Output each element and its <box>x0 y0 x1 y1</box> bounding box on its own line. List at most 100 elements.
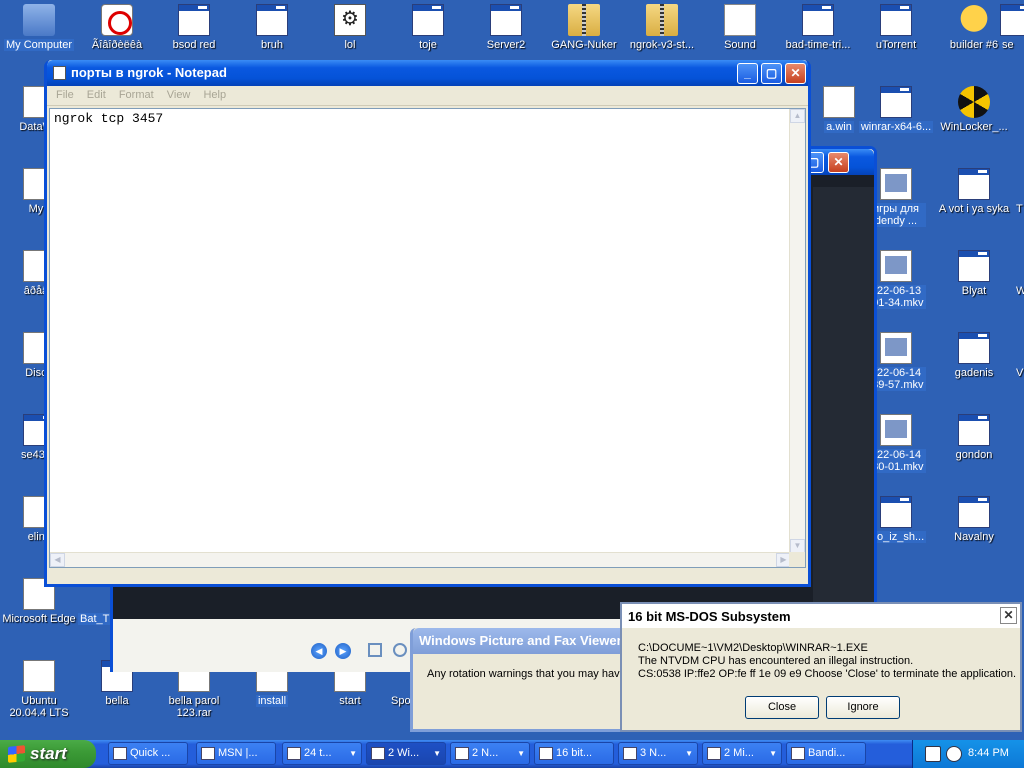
window-icon <box>178 4 210 36</box>
desktop-icon-ngrok[interactable]: ngrok-v3-st... <box>623 4 701 51</box>
batch-file-icon <box>23 660 55 692</box>
window-icon <box>880 496 912 528</box>
app-icon <box>113 747 127 760</box>
windows-logo-icon <box>8 745 25 763</box>
desktop-icon-se[interactable]: se <box>1000 4 1024 51</box>
resize-grip[interactable] <box>789 552 805 567</box>
next-image-button[interactable]: ▶ <box>335 643 351 659</box>
media-icon <box>880 332 912 364</box>
desktop-icon-gondon[interactable]: gondon <box>935 414 1013 461</box>
desktop-icon-gadenis[interactable]: gadenis <box>935 332 1013 379</box>
ms-dos-error-dialog[interactable]: 16 bit MS-DOS Subsystem ✕ C:\DOCUME~1\VM… <box>620 602 1022 732</box>
network-icon[interactable] <box>946 746 962 762</box>
chevron-down-icon: ▼ <box>517 749 525 758</box>
close-icon[interactable]: ✕ <box>1000 607 1017 624</box>
scroll-left-icon[interactable]: ◀ <box>50 553 65 567</box>
dialer-icon <box>101 4 133 36</box>
desktop-icon-bsod-red[interactable]: bsod red <box>155 4 233 51</box>
menu-view[interactable]: View <box>162 86 196 104</box>
wav-file-icon <box>724 4 756 36</box>
desktop-icon-winrar[interactable]: winrar-x64-6... <box>857 86 935 133</box>
tray-app-icon[interactable] <box>925 746 941 762</box>
desktop-icon-toje[interactable]: toje <box>389 4 467 51</box>
menu-help[interactable]: Help <box>198 86 231 104</box>
start-button[interactable]: start <box>0 740 96 768</box>
desktop-icon-t[interactable]: T <box>1014 168 1024 215</box>
desktop-icon-v[interactable]: V <box>1014 332 1024 379</box>
desktop-icon-a-vot-i-ya-syka[interactable]: A vot i ya syka <box>935 168 1013 215</box>
desktop-icon-ubuntu[interactable]: Ubuntu 20.04.4 LTS <box>0 660 78 719</box>
desktop-icon-sound[interactable]: Sound <box>701 4 779 51</box>
actual-size-icon[interactable] <box>393 643 407 657</box>
menu-file[interactable]: File <box>51 86 79 104</box>
ignore-button[interactable]: Ignore <box>826 696 900 719</box>
dos-dialog-titlebar[interactable]: 16 bit MS-DOS Subsystem ✕ <box>622 602 1020 628</box>
desktop-icon-blyat[interactable]: Blyat <box>935 250 1013 297</box>
fax-viewer-message: Any rotation warnings that you may hav <box>427 668 620 680</box>
start-label: start <box>30 744 67 763</box>
clock[interactable]: 8:44 PM <box>968 747 1009 759</box>
desktop-icon-dialer[interactable]: Ãîâîðèëêà <box>78 4 156 51</box>
chevron-down-icon: ▼ <box>433 749 441 758</box>
taskbar-item-16bit[interactable]: 16 bit... <box>534 742 614 765</box>
window-icon <box>958 332 990 364</box>
best-fit-icon[interactable] <box>368 643 382 657</box>
dos-error-details: CS:0538 IP:ffe2 OP:fe ff 1e 09 e9 Choose… <box>638 668 1017 680</box>
media-icon <box>880 414 912 446</box>
zip-folder-icon <box>646 4 678 36</box>
taskbar-item-2wi[interactable]: 2 Wi... ▼ <box>366 742 446 765</box>
text-editor[interactable]: ngrok tcp 3457 ▲ ▼ ◀ ▶ <box>49 108 806 568</box>
desktop-icon-my-computer[interactable]: My Computer <box>0 4 78 51</box>
skull-icon <box>958 4 990 36</box>
desktop-icon-gang-nuker[interactable]: GANG-Nuker <box>545 4 623 51</box>
window-icon <box>412 4 444 36</box>
desktop-icon-winlocker[interactable]: WinLocker_... <box>935 86 1013 133</box>
taskbar-item-3n[interactable]: 3 N... ▼ <box>618 742 698 765</box>
window-icon <box>880 86 912 118</box>
taskbar: start Quick ... MSN |... 24 t... ▼ 2 Wi..… <box>0 740 1024 768</box>
close-button[interactable]: ✕ <box>828 152 849 173</box>
horizontal-scrollbar[interactable]: ◀ ▶ <box>50 552 791 567</box>
browser-icon <box>201 747 215 760</box>
desktop-icon-bruh[interactable]: bruh <box>233 4 311 51</box>
media-icon <box>880 168 912 200</box>
previous-image-button[interactable]: ◀ <box>311 643 327 659</box>
desktop-icon-bad-time-trio[interactable]: bad-time-tri... <box>779 4 857 51</box>
taskbar-item-msn[interactable]: MSN |... <box>196 742 276 765</box>
computer-icon <box>23 4 55 36</box>
maximize-button[interactable]: ▢ <box>761 63 782 84</box>
taskbar-item-bandi[interactable]: Bandi... <box>786 742 866 765</box>
menu-edit[interactable]: Edit <box>82 86 111 104</box>
minimize-button[interactable]: _ <box>737 63 758 84</box>
notepad-title: порты в ngrok - Notepad <box>71 65 227 80</box>
desktop-icon-lol[interactable]: lol <box>311 4 389 51</box>
window-icon <box>958 414 990 446</box>
desktop-icon-utorrent[interactable]: uTorrent <box>857 4 935 51</box>
window-icon <box>1014 168 1024 200</box>
taskbar-item-2mi[interactable]: 2 Mi... ▼ <box>702 742 782 765</box>
notepad-titlebar[interactable]: порты в ngrok - Notepad _ ▢ ✕ <box>47 60 808 86</box>
notepad-window[interactable]: порты в ngrok - Notepad _ ▢ ✕ File Edit … <box>44 60 811 587</box>
editor-content[interactable]: ngrok tcp 3457 <box>54 111 163 126</box>
desktop-icon-w[interactable]: W <box>1014 250 1024 297</box>
menu-bar: File Edit Format View Help <box>47 86 808 106</box>
scroll-down-icon[interactable]: ▼ <box>790 539 805 553</box>
taskbar-item-quick[interactable]: Quick ... <box>108 742 188 765</box>
window-icon <box>490 4 522 36</box>
desktop-icon-navalny[interactable]: Navalny <box>935 496 1013 543</box>
close-button[interactable]: Close <box>745 696 819 719</box>
window-icon <box>880 4 912 36</box>
vertical-scrollbar[interactable]: ▲ ▼ <box>789 109 805 553</box>
desktop-icon-server2[interactable]: Server2 <box>467 4 545 51</box>
window-icon <box>958 496 990 528</box>
window-icon <box>287 747 301 760</box>
close-button[interactable]: ✕ <box>785 63 806 84</box>
window-icon <box>1014 250 1024 282</box>
taskbar-item-2n[interactable]: 2 N... ▼ <box>450 742 530 765</box>
taskbar-item-24t[interactable]: 24 t... ▼ <box>282 742 362 765</box>
menu-format[interactable]: Format <box>114 86 159 104</box>
chevron-down-icon: ▼ <box>685 749 693 758</box>
fax-viewer-title[interactable]: Windows Picture and Fax Viewer <box>413 628 631 654</box>
fax-viewer-dialog[interactable]: Windows Picture and Fax Viewer Any rotat… <box>410 628 634 732</box>
scroll-up-icon[interactable]: ▲ <box>790 109 805 123</box>
